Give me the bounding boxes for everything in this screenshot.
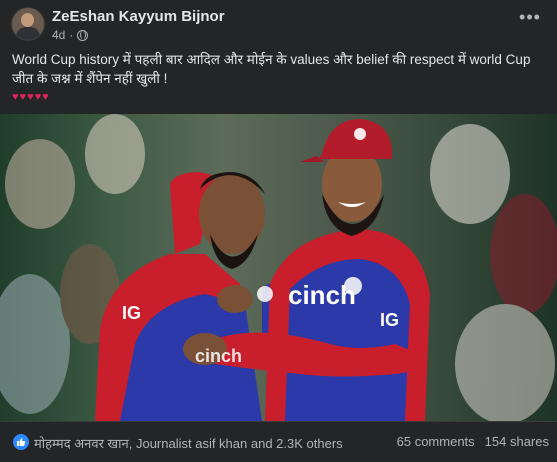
avatar-face	[21, 13, 34, 27]
thumbs-up-glyph	[17, 438, 26, 446]
shirt-sponsor-right: IG	[380, 310, 399, 330]
heart-emoji-line: ♥♥♥♥♥	[12, 91, 50, 103]
cap-crest	[354, 128, 366, 140]
post-body-text: World Cup history में पहली बार आदिल और म…	[12, 52, 531, 86]
england-crest-right	[344, 277, 362, 295]
post-footer: मोहम्मद अनवर खान, Journalist asif khan a…	[0, 421, 557, 462]
avatar-body	[16, 27, 40, 40]
shares-count[interactable]: 154 shares	[485, 434, 549, 449]
post-photo[interactable]: IG cinch IG cinch	[0, 114, 557, 421]
post-time[interactable]: 4d	[52, 28, 65, 42]
more-options-icon[interactable]: •••	[517, 8, 543, 30]
england-crest-left	[257, 286, 273, 302]
comments-count[interactable]: 65 comments	[397, 434, 475, 449]
author-avatar[interactable]	[12, 8, 44, 40]
meta-separator: ·	[69, 28, 74, 42]
shirt-sponsor-left: IG	[122, 303, 141, 323]
like-icon[interactable]	[13, 434, 29, 450]
globe-icon[interactable]	[77, 29, 89, 41]
author-name[interactable]: ZeEshan Kayyum Bijnor	[52, 8, 225, 25]
shirt-sponsor-lower: cinch	[195, 346, 242, 366]
post-header: ZeEshan Kayyum Bijnor 4d · •••	[0, 0, 557, 44]
post-meta: 4d ·	[52, 28, 89, 42]
engagement-counts: 65 comments 154 shares	[397, 434, 549, 449]
photo-illustration: IG cinch IG cinch	[0, 114, 557, 421]
reaction-summary[interactable]: मोहम्मद अनवर खान, Journalist asif khan a…	[34, 434, 343, 452]
